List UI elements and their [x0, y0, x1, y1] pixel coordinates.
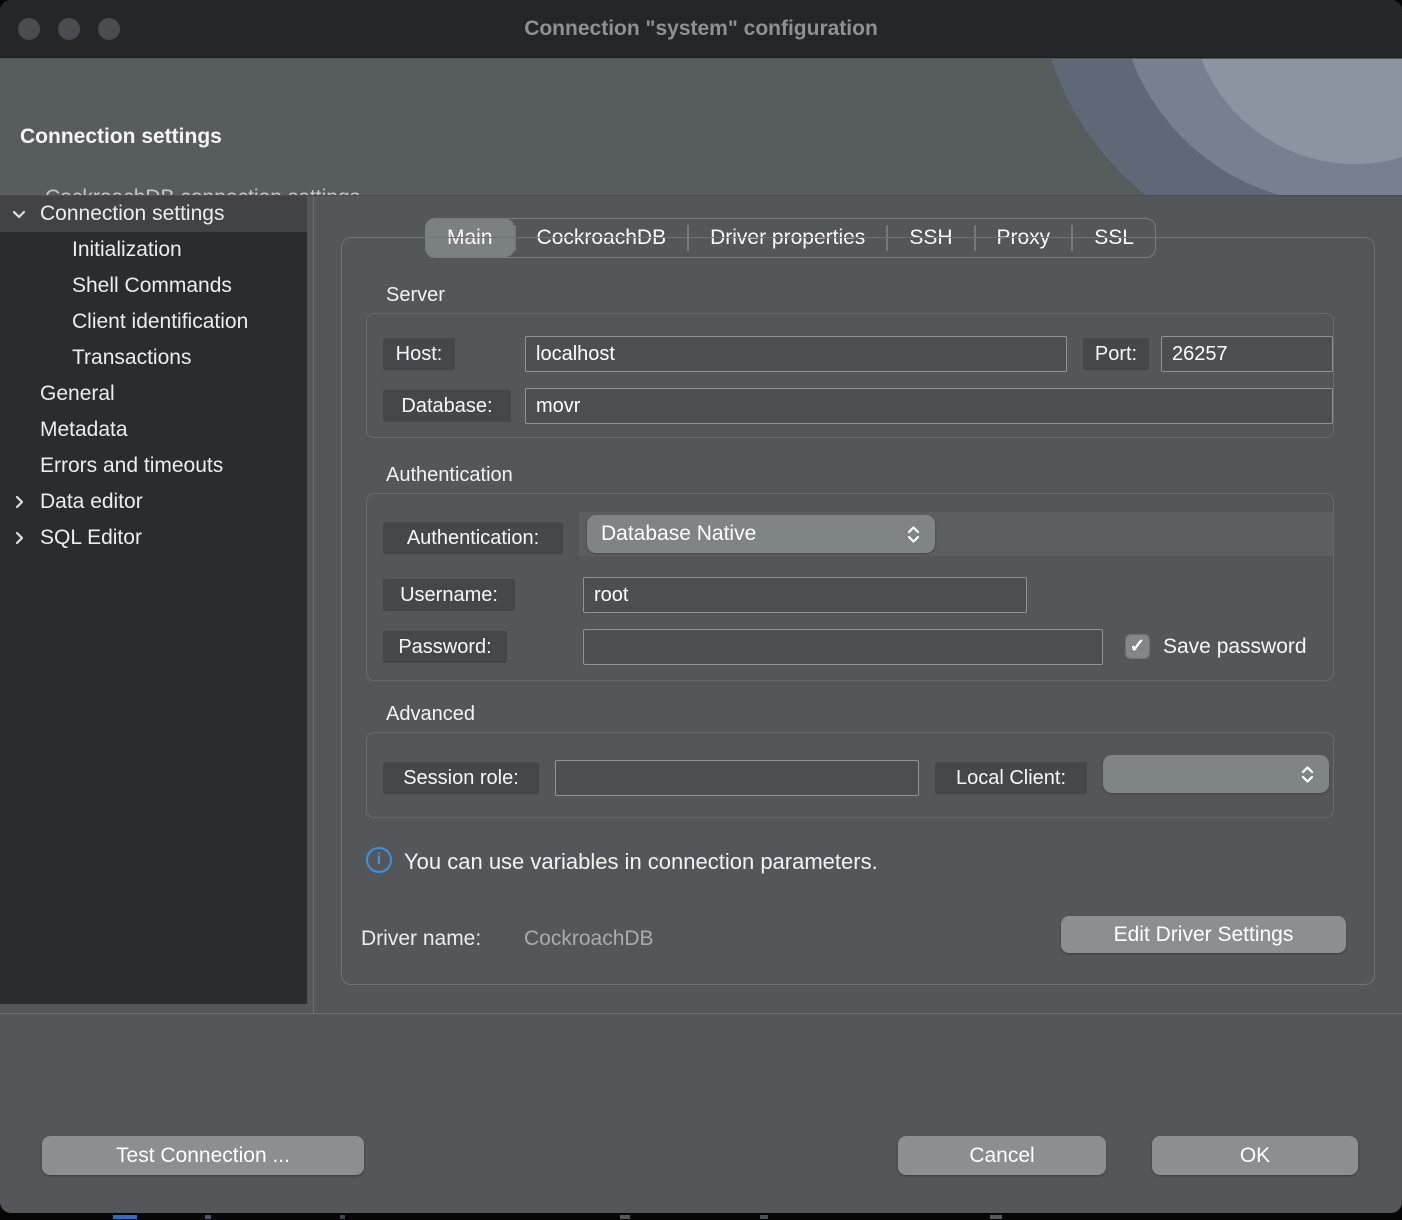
authentication-dropdown[interactable]: Database Native: [587, 515, 935, 553]
chevron-down-icon[interactable]: [9, 204, 29, 224]
port-label: Port:: [1083, 338, 1149, 370]
database-label: Database:: [383, 390, 511, 422]
sidebar-item-label: SQL Editor: [40, 520, 142, 556]
background-fragment: [340, 1215, 345, 1219]
host-input[interactable]: [525, 336, 1067, 372]
host-label: Host:: [383, 338, 455, 370]
sidebar-item-label: Metadata: [40, 412, 128, 448]
sidebar-item-initialization[interactable]: Initialization: [0, 232, 307, 268]
authentication-section-label: Authentication: [386, 464, 513, 487]
username-label: Username:: [383, 579, 515, 611]
sidebar-item-errors-and-timeouts[interactable]: Errors and timeouts: [0, 448, 307, 484]
info-icon: i: [366, 847, 392, 873]
sidebar-item-label: Transactions: [72, 340, 191, 376]
sidebar-item-transactions[interactable]: Transactions: [0, 340, 307, 376]
session-role-input[interactable]: [555, 760, 919, 796]
window-title: Connection "system" configuration: [0, 0, 1402, 58]
sidebar-item-sql-editor[interactable]: SQL Editor: [0, 520, 307, 556]
driver-name-label: Driver name:: [361, 927, 481, 951]
sidebar-item-label: Client identification: [72, 304, 248, 340]
sidebar-item-label: Errors and timeouts: [40, 448, 223, 484]
sidebar-item-client-identification[interactable]: Client identification: [0, 304, 307, 340]
connection-config-dialog: Connection "system" configuration Connec…: [0, 0, 1402, 1213]
page-title: Connection settings: [20, 125, 222, 149]
local-client-dropdown[interactable]: [1103, 755, 1329, 793]
ok-button[interactable]: OK: [1152, 1136, 1358, 1175]
dialog-header: Connection settings CockroachDB connecti…: [0, 59, 1402, 196]
cancel-button[interactable]: Cancel: [898, 1136, 1106, 1175]
sidebar-item-label: Shell Commands: [72, 268, 232, 304]
background-fragment: [205, 1215, 211, 1219]
info-message: You can use variables in connection para…: [404, 849, 878, 875]
sidebar-item-connection-settings[interactable]: Connection settings: [0, 196, 307, 232]
updown-chevron-icon: [906, 525, 921, 544]
edit-driver-settings-button[interactable]: Edit Driver Settings: [1061, 916, 1346, 953]
title-bar: Connection "system" configuration: [0, 0, 1402, 58]
local-client-label: Local Client:: [935, 762, 1087, 794]
driver-name-value: CockroachDB: [524, 927, 654, 951]
background-fragment: [620, 1215, 630, 1219]
advanced-group: Session role: Local Client:: [366, 732, 1334, 818]
server-section-label: Server: [386, 284, 445, 307]
save-password-checkbox[interactable]: ✓: [1125, 634, 1150, 659]
settings-content: Main CockroachDB Driver properties SSH P…: [314, 196, 1402, 1013]
page-subtitle: CockroachDB connection settings: [45, 186, 360, 196]
username-input[interactable]: [583, 577, 1027, 613]
background-window-strip: [0, 1213, 1402, 1220]
port-input[interactable]: [1161, 336, 1333, 372]
background-fragment: [760, 1215, 768, 1219]
chevron-right-icon[interactable]: [9, 492, 29, 512]
sidebar-item-label: Initialization: [72, 232, 182, 268]
password-label: Password:: [383, 631, 507, 663]
sidebar-item-label: Data editor: [40, 484, 143, 520]
updown-chevron-icon: [1300, 765, 1315, 784]
authentication-group: Authentication: Database Native Username…: [366, 493, 1334, 681]
dialog-footer: Test Connection ... Cancel OK: [0, 1014, 1402, 1213]
chevron-right-icon[interactable]: [9, 528, 29, 548]
sidebar-item-shell-commands[interactable]: Shell Commands: [0, 268, 307, 304]
test-connection-button[interactable]: Test Connection ...: [42, 1136, 364, 1175]
sidebar-item-general[interactable]: General: [0, 376, 307, 412]
sidebar-item-metadata[interactable]: Metadata: [0, 412, 307, 448]
sidebar-item-label: Connection settings: [40, 196, 224, 232]
dialog-body: Connection settings Initialization Shell…: [0, 196, 1402, 1013]
authentication-dropdown-value: Database Native: [601, 522, 898, 546]
server-group: Host: Port: Database:: [366, 313, 1334, 438]
sidebar-item-data-editor[interactable]: Data editor: [0, 484, 307, 520]
background-fragment: [990, 1215, 1002, 1219]
session-role-label: Session role:: [383, 762, 539, 794]
background-fragment: [113, 1215, 137, 1219]
database-input[interactable]: [525, 388, 1333, 424]
advanced-section-label: Advanced: [386, 703, 475, 726]
settings-tree: Connection settings Initialization Shell…: [0, 196, 307, 1004]
save-password-label: Save password: [1163, 635, 1307, 659]
authentication-label: Authentication:: [383, 522, 563, 554]
sidebar-item-label: General: [40, 376, 115, 412]
password-input[interactable]: [583, 629, 1103, 665]
main-tab-panel: Server Host: Port: Database: Authenticat…: [341, 237, 1375, 985]
